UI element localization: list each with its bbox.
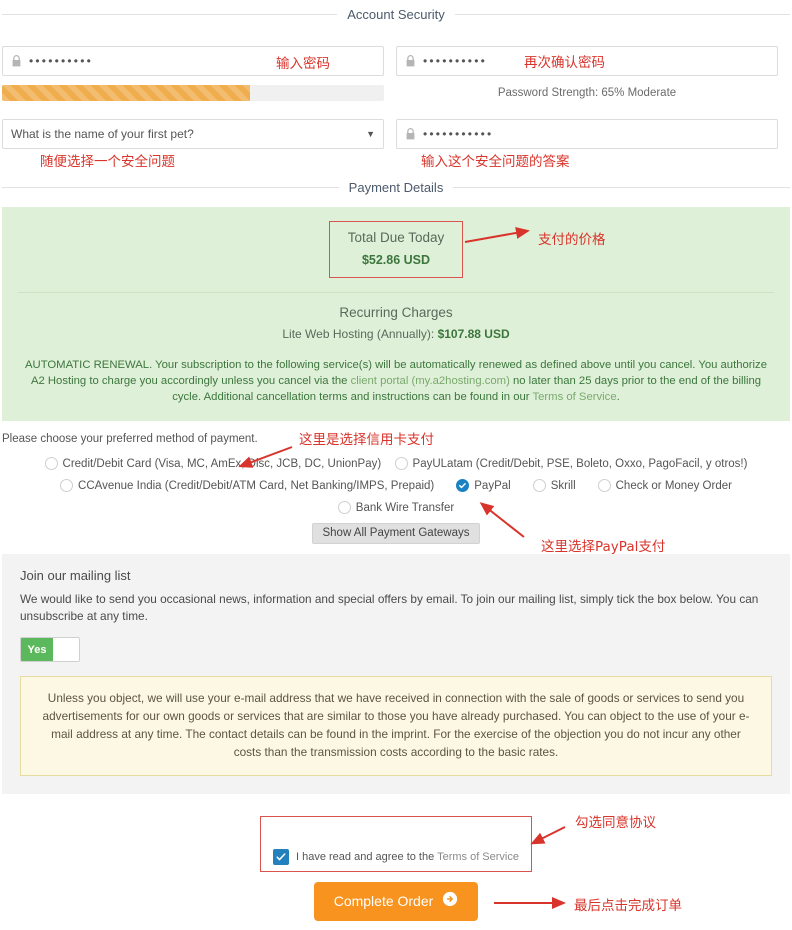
arrow-price <box>464 227 530 243</box>
annotation-credit-card-option: 这里是选择信用卡支付 <box>299 432 434 448</box>
annotation-confirm-password: 再次确认密码 <box>524 55 605 71</box>
annotation-arrows <box>238 227 566 909</box>
annotation-select-security-question: 随便选择一个安全问题 <box>40 154 175 170</box>
annotation-payment-price: 支付的价格 <box>538 232 606 248</box>
arrow-agreement <box>530 826 566 845</box>
arrow-paypal <box>479 502 525 538</box>
annotation-complete-order: 最后点击完成订单 <box>574 898 682 914</box>
annotation-enter-security-answer: 输入这个安全问题的答案 <box>421 154 570 170</box>
annotation-check-agreement: 勾选同意协议 <box>575 815 656 831</box>
annotation-enter-password: 输入密码 <box>276 56 330 72</box>
annotation-paypal-option: 这里选择PayPal支付 <box>541 539 666 555</box>
arrow-credit-card <box>238 446 293 468</box>
